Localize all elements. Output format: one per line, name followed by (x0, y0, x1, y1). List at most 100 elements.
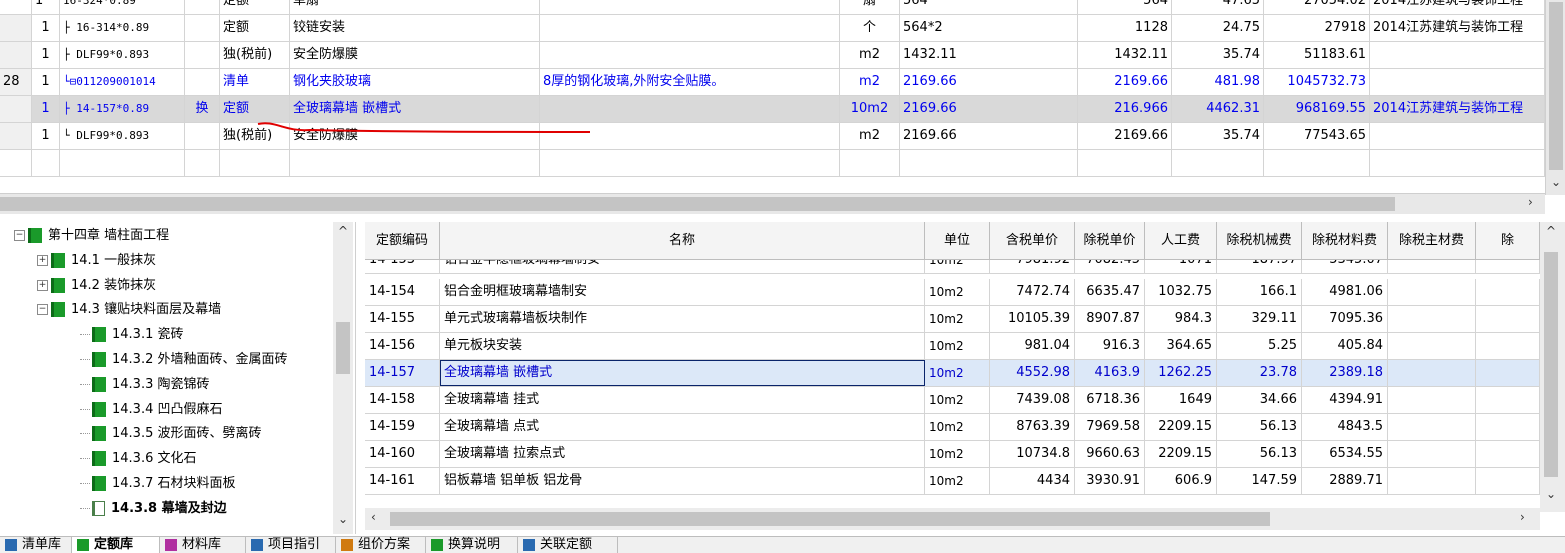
tab-link[interactable]: 关联定额 (518, 537, 618, 553)
scroll-thumb[interactable] (0, 197, 1395, 211)
chevron-up-icon[interactable]: ^ (1546, 224, 1556, 238)
tree-node[interactable]: 14.3.6 文化石 (80, 447, 196, 471)
column-header[interactable]: 人工费 (1145, 222, 1217, 260)
cell-name[interactable]: 全玻璃幕墙 挂式 (440, 387, 925, 413)
chevron-down-icon[interactable]: ⌄ (1551, 175, 1561, 189)
cell-net-price: 7969.58 (1075, 414, 1145, 440)
tree-vertical-scrollbar[interactable]: ^ ⌄ (333, 222, 353, 534)
cell-name[interactable]: 铝板幕墙 铝单板 铝龙骨 (440, 468, 925, 494)
cell-labor: 2209.15 (1145, 414, 1217, 440)
quota-row[interactable]: 14-160 全玻璃幕墙 拉索点式 10m2 10734.8 9660.63 2209.1… (365, 441, 1540, 468)
grid-row[interactable]: 1 ├ DLF99*0.893 独(税前) 安全防爆膜 m2 1432.11 1432.11… (0, 42, 1545, 69)
cell-qty: 1 (32, 15, 60, 41)
cell-name[interactable]: 全玻璃幕墙 点式 (440, 414, 925, 440)
column-header[interactable]: 除税材料费 (1302, 222, 1388, 260)
tree-node-label: 14.3.3 陶瓷锦砖 (112, 376, 210, 392)
bill-grid-horizontal-scrollbar[interactable]: › (0, 193, 1545, 214)
cell-material: 4843.5 (1302, 414, 1388, 440)
cell-desc (540, 15, 840, 41)
collapse-icon[interactable]: − (37, 304, 48, 316)
chevron-right-icon[interactable]: › (1520, 510, 1525, 524)
chevron-left-icon[interactable]: ‹ (371, 510, 376, 524)
tab-quota[interactable]: 定额库 (72, 537, 160, 553)
grid-row-empty[interactable] (0, 150, 1545, 177)
collapse-icon[interactable]: − (14, 230, 25, 241)
chevron-down-icon[interactable]: ⌄ (338, 512, 348, 526)
tree-node[interactable]: 14.3.3 陶瓷锦砖 (80, 373, 209, 397)
tab-conversion[interactable]: 换算说明 (426, 537, 518, 553)
scroll-thumb[interactable] (1544, 252, 1558, 477)
tab-list[interactable]: 清单库 (0, 537, 72, 553)
tab-pricing[interactable]: 组价方案 (336, 537, 426, 553)
quota-row[interactable]: 14-154 铝合金明框玻璃幕墙制安 10m2 7472.74 6635.47 1032.… (365, 279, 1540, 306)
grid-row[interactable]: 1 └ DLF99*0.893 独(税前) 安全防爆膜 m2 2169.66 2169.66… (0, 123, 1545, 150)
column-header[interactable]: 定额编码 (365, 222, 440, 260)
tree-node[interactable]: 14.3.8 幕墙及封边 (80, 497, 227, 521)
cell-material: 6534.55 (1302, 441, 1388, 467)
tree-node[interactable]: +14.1 一般抹灰 (37, 249, 156, 273)
cell-name: 铰链安装 (290, 15, 540, 41)
tree-node[interactable]: − 14.3 镶贴块料面层及幕墙 (37, 298, 221, 322)
cell-name[interactable]: 全玻璃幕墙 拉索点式 (440, 441, 925, 467)
chapter-tree[interactable]: − 第十四章 墙柱面工程 +14.1 一般抹灰 +14.2 装饰抹灰 −14.3 镶贴块… (0, 222, 356, 534)
scroll-thumb[interactable] (390, 512, 1270, 526)
grid-row[interactable]: 28 1 └⊟011209001014 清单 钢化夹胶玻璃 8厚的钢化玻璃,外附安全贴膜。… (0, 69, 1545, 96)
tab-label: 材料库 (182, 537, 222, 552)
grid-row[interactable]: 1 ├ 14-157*0.89 换定额 全玻璃幕墙 嵌槽式 10m2 2169.66 216… (0, 96, 1545, 123)
quota-row[interactable]: 14-156 单元板块安装 10m2 981.04 916.3 364.65 5.25 405… (365, 333, 1540, 360)
cell-rownum (0, 42, 32, 68)
quota-row[interactable]: 14-159 全玻璃幕墙 点式 10m2 8763.39 7969.58 2209.15 5… (365, 414, 1540, 441)
cell-total: 77543.65 (1264, 123, 1370, 149)
scroll-thumb[interactable] (336, 322, 350, 374)
quota-row[interactable]: 14-153铝合金半隐框玻璃幕墙制安10m27981.927082.451071… (365, 260, 1540, 274)
bill-grid[interactable]: 1 16-324*0.89 定额 单扇 扇 564 564 47.65 2705… (0, 0, 1565, 195)
column-header[interactable]: 除税机械费 (1217, 222, 1302, 260)
cell-name[interactable]: 铝合金明框玻璃幕墙制安 (440, 279, 925, 305)
cell-tax-price: 10734.8 (990, 441, 1075, 467)
cell-unit: m2 (840, 69, 900, 95)
quota-row[interactable]: 14-161 铝板幕墙 铝单板 铝龙骨 10m2 4434 3930.91 606.9 14… (365, 468, 1540, 495)
cell-name[interactable]: 铝合金半隐框玻璃幕墙制安 (440, 260, 925, 273)
chevron-down-icon[interactable]: ⌄ (1546, 487, 1556, 501)
column-header[interactable]: 除 (1476, 222, 1540, 260)
cell-unit: 10m2 (925, 387, 990, 413)
tree-node[interactable]: − 第十四章 墙柱面工程 (14, 224, 169, 248)
quota-row[interactable]: 14-155 单元式玻璃幕墙板块制作 10m2 10105.39 8907.87 984.… (365, 306, 1540, 333)
tab-guide[interactable]: 项目指引 (246, 537, 336, 553)
expand-icon[interactable]: + (37, 254, 48, 266)
cell-net-price: 7082.45 (1075, 260, 1145, 273)
tree-node[interactable]: +14.2 装饰抹灰 (37, 274, 156, 298)
column-header[interactable]: 除税单价 (1075, 222, 1145, 260)
grid-row-partial[interactable]: 1 16-324*0.89 定额 单扇 扇 564 564 47.65 2705… (0, 0, 1545, 15)
tree-node[interactable]: 14.3.5 波形面砖、劈离砖 (80, 422, 261, 446)
library-tabs[interactable]: 清单库 定额库 材料库 项目指引 组价方案 换算说明 关联定额 (0, 536, 1565, 553)
cell-name[interactable]: 全玻璃幕墙 嵌槽式 (440, 360, 925, 386)
tree-node[interactable]: 14.3.7 石材块料面板 (80, 472, 235, 496)
cell-labor: 1262.25 (1145, 360, 1217, 386)
quota-table-horizontal-scrollbar[interactable]: ‹ › (365, 508, 1540, 530)
cell-price: 24.75 (1172, 15, 1264, 41)
column-header[interactable]: 除税主材费 (1388, 222, 1476, 260)
cell-name[interactable]: 单元式玻璃幕墙板块制作 (440, 306, 925, 332)
bill-grid-vertical-scrollbar[interactable]: ⌄ (1545, 0, 1565, 195)
quota-row[interactable]: 14-157 全玻璃幕墙 嵌槽式 10m2 4552.98 4163.9 1262.25 2… (365, 360, 1540, 387)
column-header[interactable]: 单位 (925, 222, 990, 260)
chevron-up-icon[interactable]: ^ (338, 224, 348, 238)
grid-row[interactable]: 1 ├ 16-314*0.89 定额 铰链安装 个 564*2 1128 24.75 27918… (0, 15, 1545, 42)
cell-type: 定额 (220, 15, 290, 41)
tree-node[interactable]: 14.3.1 瓷砖 (80, 323, 183, 347)
column-header[interactable]: 含税单价 (990, 222, 1075, 260)
quota-table[interactable]: 定额编码名称单位含税单价除税单价人工费除税机械费除税材料费除税主材费除 14-1… (365, 222, 1540, 512)
chevron-right-icon[interactable]: › (1528, 195, 1533, 209)
quota-row[interactable]: 14-158 全玻璃幕墙 挂式 10m2 7439.08 6718.36 1649 34.6… (365, 387, 1540, 414)
cell-name[interactable]: 单元板块安装 (440, 333, 925, 359)
tree-node[interactable]: 14.3.4 凹凸假麻石 (80, 398, 222, 422)
book-icon (92, 376, 106, 392)
column-header[interactable]: 名称 (440, 222, 925, 260)
expand-icon[interactable]: + (37, 279, 48, 291)
tab-material[interactable]: 材料库 (160, 537, 246, 553)
tree-node[interactable]: 14.3.2 外墙釉面砖、金属面砖 (80, 348, 287, 372)
scroll-thumb[interactable] (1549, 2, 1563, 170)
quota-table-vertical-scrollbar[interactable]: ^ ⌄ (1540, 222, 1565, 512)
cell-name: 钢化夹胶玻璃 (290, 69, 540, 95)
